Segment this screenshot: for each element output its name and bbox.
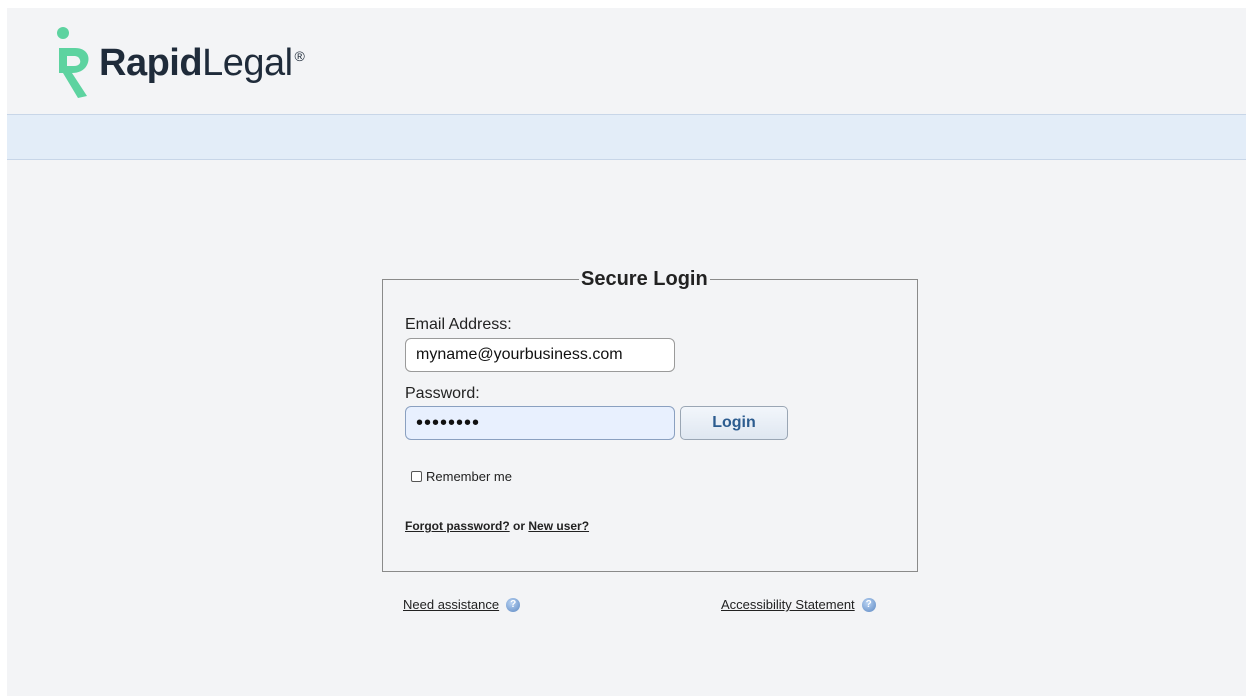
help-icon[interactable]: ? [506,597,521,612]
password-label: Password: [405,385,480,402]
brand-bold: Rapid [99,42,203,84]
header: RapidLegal ® [7,8,1246,114]
new-user-link[interactable]: New user? [528,519,589,533]
account-links: Forgot password? or New user? [405,519,589,533]
need-assistance[interactable]: Need assistance ? [403,597,521,612]
login-title: Secure Login [579,268,710,291]
page: RapidLegal ® Secure Login Email Address: … [7,8,1246,696]
brand-name: RapidLegal ® [99,42,305,85]
accessibility-statement[interactable]: Accessibility Statement ? [721,597,876,612]
brand-light: Legal [202,42,293,84]
rapidlegal-r-icon [57,27,89,98]
remember-checkbox[interactable] [411,471,422,482]
need-assistance-link[interactable]: Need assistance [403,597,499,612]
remember-label: Remember me [426,469,512,484]
nav-band [7,114,1246,160]
email-label: Email Address: [405,316,512,333]
or-text: or [513,519,526,533]
accessibility-link[interactable]: Accessibility Statement [721,597,855,612]
login-button[interactable]: Login [680,406,788,440]
remember-me[interactable]: Remember me [411,469,512,484]
rapidlegal-logo[interactable]: RapidLegal ® [53,24,343,98]
password-field[interactable] [405,406,675,440]
registered-mark: ® [294,48,305,64]
forgot-password-link[interactable]: Forgot password? [405,519,510,533]
login-fieldset: Secure Login Email Address: Password: Lo… [382,268,918,572]
help-icon[interactable]: ? [861,597,876,612]
email-field[interactable] [405,338,675,372]
